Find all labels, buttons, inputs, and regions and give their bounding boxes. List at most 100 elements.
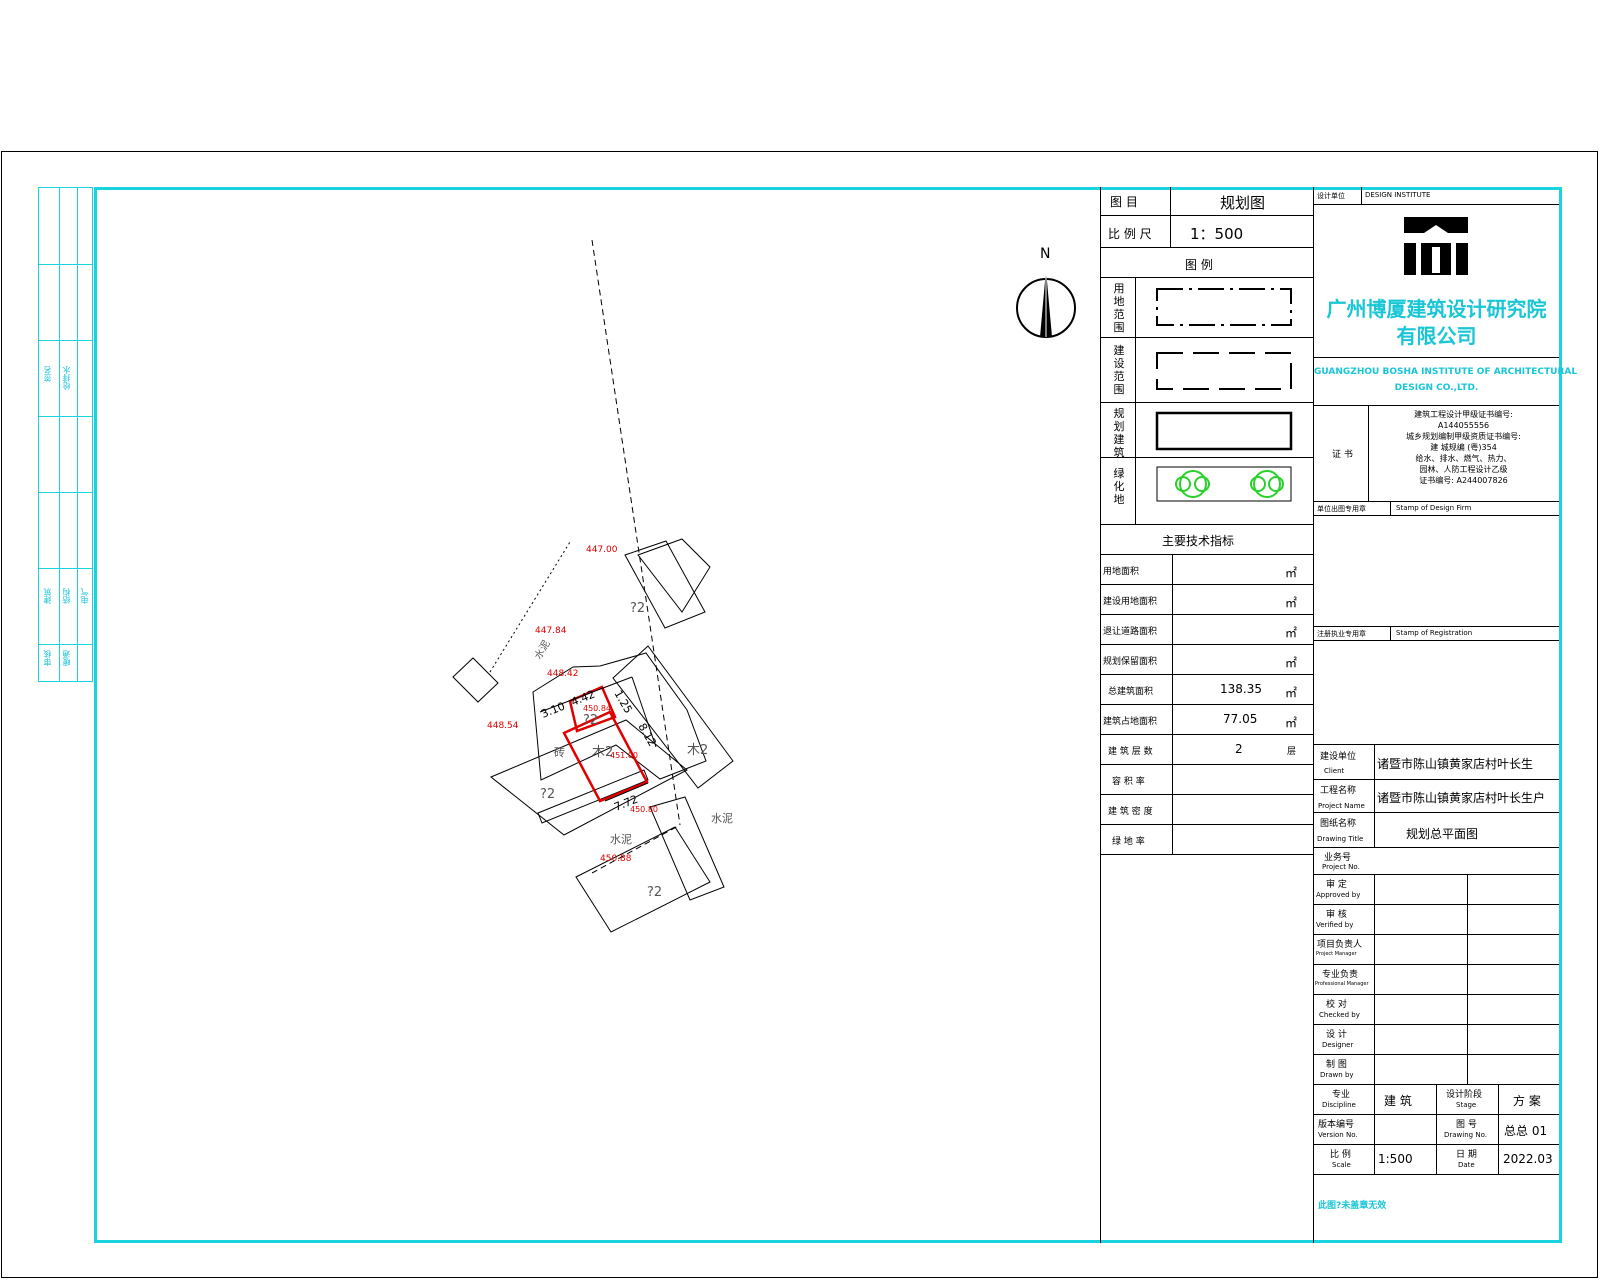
elevation-label: 447.00 [586,545,618,555]
indicator-unit: ㎡ [1285,626,1298,640]
indicator-label: 建设用地面积 [1103,597,1158,607]
legend-title: 图 例 [1185,258,1213,272]
date-en: Date [1458,1161,1475,1169]
role-label: 制 图 [1326,1060,1347,1070]
scale-en: Scale [1332,1161,1351,1169]
tree-icon [1175,470,1284,498]
indicator-label: 退让道路面积 [1103,627,1158,637]
legend-label: 建设范围 [1113,344,1125,396]
role-en: Project Manager [1316,951,1357,957]
company-name-en-2: DESIGN CO.,LTD. [1394,383,1479,393]
scale-label-block: 比 例 [1330,1150,1351,1160]
drawing-name-label: 图纸名称 [1320,819,1357,829]
client-label: 建设单位 [1320,752,1357,762]
strip-label: 建筑 [43,588,52,604]
indicator-label: 绿 地 率 [1112,837,1145,847]
legend-symbols [1155,288,1293,502]
elevation-label: 450.88 [600,854,632,864]
footer-note: 此图?未盖章无效 [1318,1201,1387,1211]
stage-label: 设计阶段 [1446,1090,1483,1100]
role-label: 专业负责 [1322,970,1359,980]
strip-label: 给排水 [62,366,71,390]
roles-table: 审 定 Approved by 审 核 Verified by 项目负责人 Pr… [1314,874,1559,1085]
building-label: 木2 [592,745,613,760]
indicator-label: 规划保留面积 [1103,657,1158,667]
version-label: 版本编号 [1318,1120,1355,1130]
elevation-label: 448.54 [487,721,519,731]
company-logo-icon [1404,217,1468,275]
signature-strip: 签名 给排水 建筑 结构 电气 审核 暖通 [38,187,93,682]
design-unit-en: DESIGN INSTITUTE [1365,191,1431,199]
cert-text: 建筑工程设计甲级证书编号: A144055556 城乡规划编制甲级资质证书编号:… [1406,410,1521,485]
drawing-no-en: Drawing No. [1444,1131,1487,1139]
elevation-label: 447.84 [535,626,567,636]
role-en: Drawn by [1320,1071,1354,1079]
building-label: 砖 [554,745,565,759]
north-arrow-icon: N [1016,246,1076,338]
drawing-title-value: 规划图 [1220,194,1266,212]
indicator-label: 建 筑 层 数 [1108,747,1153,757]
indicator-label: 容 积 率 [1112,777,1145,787]
indicator-value: 138.35 [1220,682,1262,696]
stage-en: Stage [1456,1101,1477,1109]
drawing-name-en: Drawing Title [1317,835,1364,843]
building-label: ?2 [630,601,645,616]
role-en: Designer [1322,1041,1354,1049]
strip-label: 电气 [80,588,89,604]
strip-label: 结构 [62,588,71,604]
indicator-label: 建筑占地面积 [1103,717,1158,727]
role-label: 审 定 [1326,880,1347,890]
registration-label: 注册执业专用章 [1317,630,1366,638]
stamp-label: 单位出图专用章 [1317,505,1366,513]
indicator-unit: ㎡ [1285,686,1298,700]
building-label: ?2 [647,885,662,900]
indicator-value: 77.05 [1223,712,1258,726]
client-value: 诸暨市陈山镇黄家店村叶长生 [1377,757,1534,771]
strip-label: 暖通 [62,650,71,666]
legend-label: 规划建筑 [1113,407,1125,459]
stage-value: 方 案 [1513,1094,1541,1108]
role-en: Checked by [1319,1011,1360,1019]
role-en: Professional Manager [1315,981,1369,987]
indicator-unit: 层 [1287,747,1297,757]
title-block: 设计单位 DESIGN INSTITUTE 广州博厦建筑设计研究院 有限公司 G… [1314,187,1577,1243]
indicator-unit: ㎡ [1285,716,1298,730]
role-label: 项目负责人 [1317,940,1363,950]
company-name-cn: 广州博厦建筑设计研究院 [1326,297,1547,321]
discipline-en: Discipline [1322,1101,1356,1109]
building-label: 木2 [687,743,708,758]
indicator-label: 用地面积 [1103,567,1140,577]
drawing-title-label: 图 目 [1110,195,1138,209]
registration-en: Stamp of Registration [1396,629,1473,637]
scale-label: 比 例 尺 [1108,227,1152,241]
drawing-no-value: 总总 01 [1504,1124,1548,1138]
strip-label: 签名 [43,366,52,382]
legend-label: 绿化地 [1113,467,1125,506]
indicator-unit: ㎡ [1285,596,1298,610]
legend-table: 图 目 规划图 比 例 尺 1：500 图 例 用地范围 建设范围 规划建筑 绿… [1100,187,1314,1243]
project-name-label: 工程名称 [1320,786,1357,796]
elevation-label: 451.00 [610,751,638,760]
stamp-en: Stamp of Design Firm [1396,504,1472,512]
project-no-label: 业务号 [1324,853,1352,863]
design-unit-label: 设计单位 [1317,192,1345,200]
legend-label: 用地范围 [1113,282,1125,334]
role-en: Verified by [1316,921,1354,929]
date-label: 日 期 [1456,1150,1477,1160]
client-en: Client [1324,767,1345,775]
discipline-label: 专业 [1332,1090,1351,1100]
indicators-title: 主要技术指标 [1162,534,1235,548]
role-en: Approved by [1316,891,1361,899]
indicator-label: 建 筑 密 度 [1108,807,1153,817]
indicators-table: 用地面积 ㎡ 建设用地面积 ㎡ 退让道路面积 ㎡ 规划保留面积 ㎡ 总建筑面积 … [1100,554,1314,855]
scale-value: 1：500 [1190,225,1244,243]
role-label: 审 核 [1326,910,1347,920]
project-name-value: 诸暨市陈山镇黄家店村叶长生户 [1377,791,1546,805]
project-no-en: Project No. [1322,863,1360,871]
elevation-label: 448.42 [547,669,579,679]
project-name-en: Project Name [1318,802,1365,810]
north-label: N [1040,246,1050,262]
company-name-cn-2: 有限公司 [1396,324,1477,348]
strip-label: 审核 [43,650,52,666]
ground-label: 水泥 [711,812,733,825]
